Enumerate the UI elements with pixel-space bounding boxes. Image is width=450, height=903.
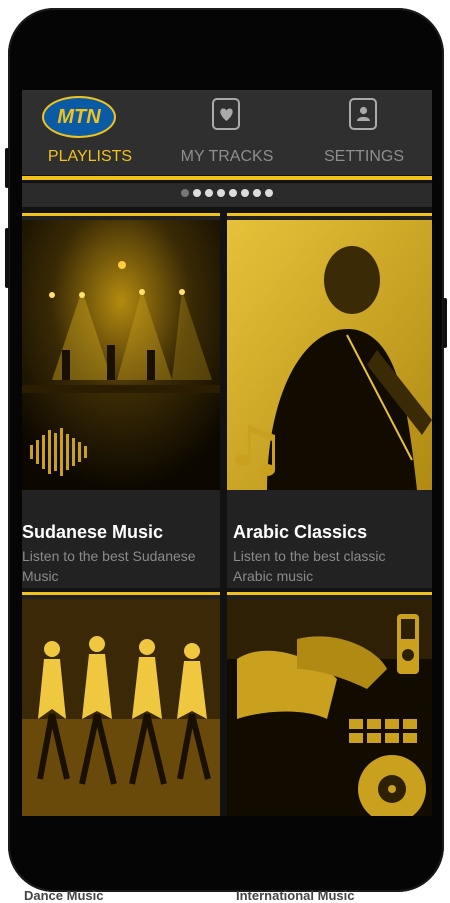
dancers-image [22, 599, 220, 816]
card-description: Listen to the best classic Arabic music [233, 548, 386, 584]
page-dot[interactable] [181, 189, 189, 197]
page-dots [22, 189, 432, 197]
page-dot[interactable] [217, 189, 225, 197]
card-title-partial: Dance Music [24, 888, 104, 903]
tab-label: SETTINGS [323, 148, 404, 165]
tab-bar: MTN PLAYLISTS MY TRACKS SETTINGS [22, 90, 432, 175]
concert-image [22, 220, 220, 490]
tab-indicator [22, 176, 432, 180]
card-title-partial: International Music [236, 888, 355, 903]
app-screen: MTN PLAYLISTS MY TRACKS SETTINGS Sudanes… [22, 90, 432, 816]
card-title: Sudanese Music [22, 522, 164, 542]
playlist-card-international[interactable] [227, 592, 432, 816]
tab-my-tracks[interactable]: MY TRACKS [159, 90, 295, 175]
playlist-card-dance[interactable] [22, 592, 220, 816]
tab-playlists[interactable]: MTN PLAYLISTS [22, 90, 158, 175]
page-dot[interactable] [205, 189, 213, 197]
mtn-logo: MTN [42, 96, 116, 138]
page-dot[interactable] [193, 189, 201, 197]
page-dot[interactable] [253, 189, 261, 197]
page-dot[interactable] [229, 189, 237, 197]
playlist-card-sudanese[interactable]: Sudanese Music Listen to the best Sudane… [22, 213, 220, 588]
dj-image [227, 599, 432, 816]
card-title: Arabic Classics [233, 522, 368, 542]
tab-settings[interactable]: SETTINGS [296, 90, 432, 175]
page-dot[interactable] [265, 189, 273, 197]
heart-card-icon [212, 98, 240, 130]
power-button [443, 298, 447, 348]
tab-label: MY TRACKS [180, 148, 274, 165]
page-dot[interactable] [241, 189, 249, 197]
pager-bar [22, 183, 432, 207]
person-card-icon [349, 98, 377, 130]
card-description: Listen to the best Sudanese Music [22, 548, 196, 584]
violinist-image [227, 220, 432, 490]
volume-button [5, 148, 9, 188]
playlist-card-arabic[interactable]: Arabic Classics Listen to the best class… [227, 213, 432, 588]
tab-label: PLAYLISTS [47, 148, 133, 165]
volume-down-button [5, 228, 9, 288]
